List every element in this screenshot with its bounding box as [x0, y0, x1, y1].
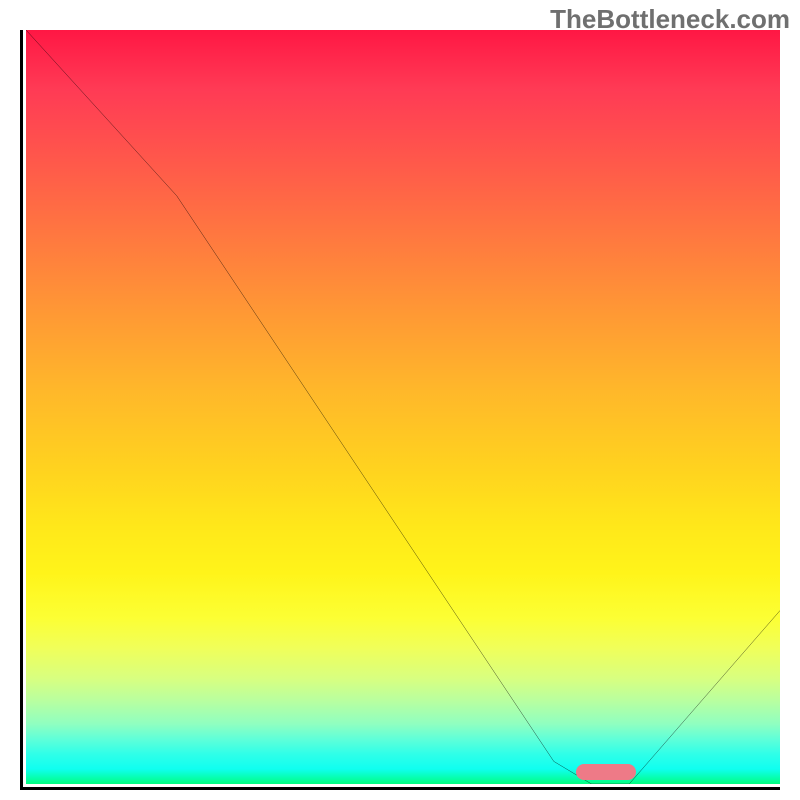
plot-area — [20, 30, 780, 790]
curve-svg — [26, 30, 780, 784]
chart-container: TheBottleneck.com — [0, 0, 800, 800]
bottleneck-curve — [26, 30, 780, 784]
optimal-marker — [576, 764, 636, 780]
watermark-label: TheBottleneck.com — [550, 4, 790, 35]
